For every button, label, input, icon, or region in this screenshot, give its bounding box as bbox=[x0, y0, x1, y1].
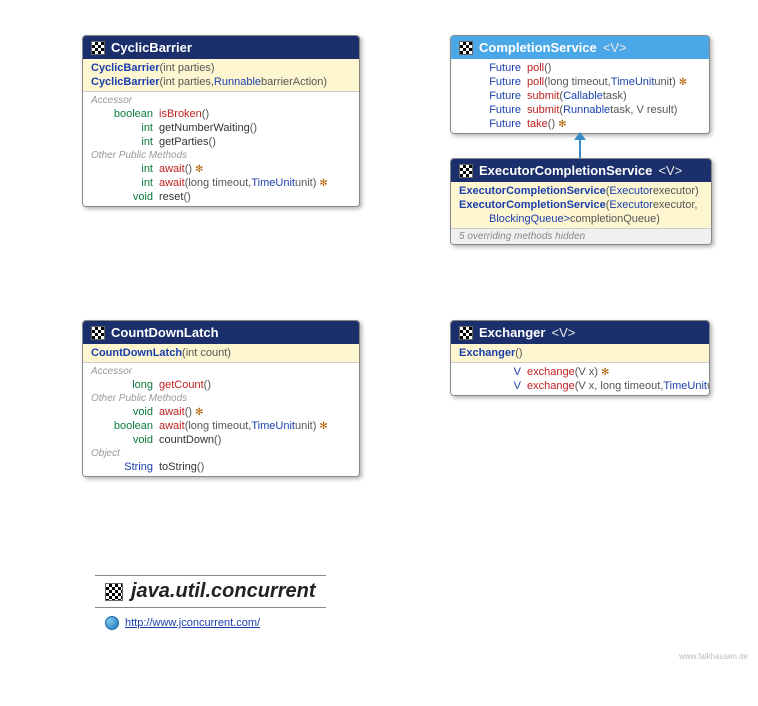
constructor-row: CountDownLatch (int count) bbox=[91, 346, 351, 360]
package-name: java.util.concurrent bbox=[131, 580, 316, 603]
method-row: Futuresubmit (Callable task) bbox=[459, 89, 701, 103]
class-icon bbox=[459, 164, 473, 178]
method-row: Vexchange (V x)✻ bbox=[459, 365, 701, 379]
method-row: Futurepoll (long timeout, TimeUnit unit)… bbox=[459, 75, 701, 89]
constructors: CountDownLatch (int count) bbox=[83, 344, 359, 363]
class-header: CyclicBarrier bbox=[83, 36, 359, 59]
method-row: voidawait ()✻ bbox=[91, 405, 351, 419]
method-row: Vexchange (V x, long timeout, TimeUnit u… bbox=[459, 379, 701, 393]
methods: Futurepoll ()Futurepoll (long timeout, T… bbox=[451, 59, 709, 133]
interface-icon bbox=[459, 41, 473, 55]
constructors: ExecutorCompletionService (Executor exec… bbox=[451, 182, 711, 229]
class-name: CompletionService bbox=[479, 40, 597, 55]
package-link-row: http://www.jconcurrent.com/ bbox=[105, 616, 260, 630]
methods: AccessorbooleanisBroken ()intgetNumberWa… bbox=[83, 92, 359, 206]
class-header: ExecutorCompletionService <V> bbox=[451, 159, 711, 182]
method-row: intawait (long timeout, TimeUnit unit)✻ bbox=[91, 176, 351, 190]
class-name: Exchanger bbox=[479, 325, 545, 340]
class-icon bbox=[459, 326, 473, 340]
class-header: Exchanger <V> bbox=[451, 321, 709, 344]
class-icon bbox=[91, 41, 105, 55]
method-row: intawait ()✻ bbox=[91, 162, 351, 176]
section-label: Accessor bbox=[91, 94, 351, 107]
package-icon bbox=[105, 583, 123, 601]
constructors: Exchanger () bbox=[451, 344, 709, 363]
method-row: longgetCount () bbox=[91, 378, 351, 392]
type-param: <V> bbox=[551, 325, 575, 340]
class-icon bbox=[91, 326, 105, 340]
method-row: booleanisBroken () bbox=[91, 107, 351, 121]
constructor-row: Exchanger () bbox=[459, 346, 701, 360]
class-executorcompletionservice: ExecutorCompletionService <V> ExecutorCo… bbox=[450, 158, 712, 245]
hidden-methods-note: 5 overriding methods hidden bbox=[451, 229, 711, 244]
type-param: <V> bbox=[658, 163, 682, 178]
class-name: ExecutorCompletionService bbox=[479, 163, 652, 178]
class-header: CountDownLatch bbox=[83, 321, 359, 344]
constructor-row: ExecutorCompletionService (Executor exec… bbox=[459, 184, 703, 198]
method-row: voidreset () bbox=[91, 190, 351, 204]
watermark: www.falkhausen.de bbox=[679, 652, 748, 661]
class-name: CyclicBarrier bbox=[111, 40, 192, 55]
methods: AccessorlonggetCount ()Other Public Meth… bbox=[83, 363, 359, 476]
method-row: booleanawait (long timeout, TimeUnit uni… bbox=[91, 419, 351, 433]
class-countdownlatch: CountDownLatch CountDownLatch (int count… bbox=[82, 320, 360, 477]
method-row: StringtoString () bbox=[91, 460, 351, 474]
constructors: CyclicBarrier (int parties)CyclicBarrier… bbox=[83, 59, 359, 92]
method-row: voidcountDown () bbox=[91, 433, 351, 447]
method-row: Futurepoll () bbox=[459, 61, 701, 75]
package-link[interactable]: http://www.jconcurrent.com/ bbox=[125, 617, 260, 629]
interface-completionservice: CompletionService <V> Futurepoll ()Futur… bbox=[450, 35, 710, 134]
section-label: Accessor bbox=[91, 365, 351, 378]
inheritance-connector bbox=[579, 140, 581, 158]
section-label: Other Public Methods bbox=[91, 392, 351, 405]
constructor-row: CyclicBarrier (int parties, Runnable bar… bbox=[91, 75, 351, 89]
section-label: Other Public Methods bbox=[91, 149, 351, 162]
globe-icon bbox=[105, 616, 119, 630]
class-header: CompletionService <V> bbox=[451, 36, 709, 59]
constructor-row-cont: BlockingQueue> completionQueue) bbox=[459, 212, 703, 226]
package-title: java.util.concurrent bbox=[95, 575, 326, 608]
method-row: intgetParties () bbox=[91, 135, 351, 149]
method-row: intgetNumberWaiting () bbox=[91, 121, 351, 135]
class-name: CountDownLatch bbox=[111, 325, 219, 340]
type-param: <V> bbox=[603, 40, 627, 55]
methods: Vexchange (V x)✻Vexchange (V x, long tim… bbox=[451, 363, 709, 395]
method-row: Futuresubmit (Runnable task, V result) bbox=[459, 103, 701, 117]
class-cyclicbarrier: CyclicBarrier CyclicBarrier (int parties… bbox=[82, 35, 360, 207]
constructor-row: CyclicBarrier (int parties) bbox=[91, 61, 351, 75]
section-label: Object bbox=[91, 447, 351, 460]
class-exchanger: Exchanger <V> Exchanger () Vexchange (V … bbox=[450, 320, 710, 396]
constructor-row: ExecutorCompletionService (Executor exec… bbox=[459, 198, 703, 212]
method-row: Futuretake ()✻ bbox=[459, 117, 701, 131]
